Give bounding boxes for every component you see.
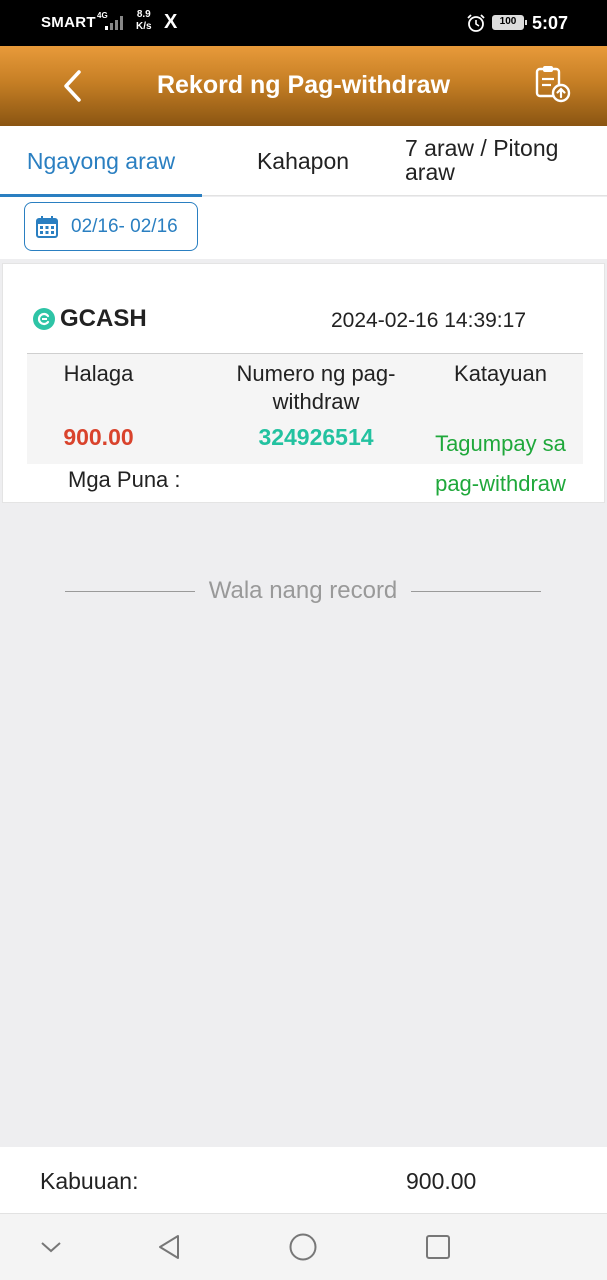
clock: 5:07	[532, 13, 569, 33]
tab-today[interactable]: Ngayong araw	[0, 126, 202, 197]
amount-column-label: Halaga	[63, 361, 134, 386]
network-speed: 8.9 K/s	[136, 9, 152, 33]
x-app-icon: X	[164, 11, 178, 33]
no-more-records: Wala nang record	[65, 576, 542, 606]
calendar-icon	[36, 215, 58, 238]
alarm-icon	[466, 13, 486, 38]
status-column-label: Katayuan	[454, 361, 547, 386]
divider-line	[411, 590, 542, 592]
payment-method-name: GCASH	[60, 305, 147, 332]
filter-bar: 02/16- 02/16	[0, 197, 607, 259]
system-nav-bar	[0, 1213, 607, 1280]
speed-unit: K/s	[136, 21, 152, 32]
divider-line	[65, 590, 195, 592]
app-header: Rekord ng Pag-withdraw	[0, 46, 607, 126]
signal-icon	[103, 14, 127, 35]
clipboard-upload-icon	[535, 66, 571, 103]
export-button[interactable]	[530, 62, 574, 106]
tab-yesterday[interactable]: Kahapon	[202, 126, 404, 196]
nav-recents-button[interactable]	[421, 1230, 455, 1264]
status-bar: SMART 4G 8.9 K/s X 100 5:07	[0, 0, 607, 46]
tab-7-days[interactable]: 7 araw / Pitong araw	[405, 126, 605, 196]
withdraw-amount: 900.00	[63, 424, 134, 450]
nav-hide-button[interactable]	[34, 1230, 68, 1264]
date-range-text: 02/16- 02/16	[71, 215, 178, 237]
withdraw-status: Tagumpay sa pag-withdraw	[435, 431, 566, 496]
date-range-picker[interactable]: 02/16- 02/16	[24, 202, 198, 251]
triangle-back-icon	[159, 1235, 179, 1259]
chevron-down-icon	[41, 1242, 61, 1253]
page-title: Rekord ng Pag-withdraw	[156, 71, 451, 99]
withdraw-number-column-label: Numero ng pag-withdraw	[236, 361, 396, 414]
withdraw-number: 324926514	[258, 424, 374, 450]
total-value: 900.00	[406, 1168, 477, 1194]
battery-indicator: 100	[492, 15, 527, 30]
withdraw-record-card[interactable]: GCASH 2024-02-16 14:39:17 Halaga Numero …	[2, 263, 605, 503]
period-tabs: Ngayong araw Kahapon 7 araw / Pitong ara…	[0, 126, 607, 197]
circle-home-icon	[289, 1233, 317, 1261]
carrier-name: SMART	[41, 14, 96, 31]
record-timestamp: 2024-02-16 14:39:17	[331, 309, 526, 332]
gcash-logo-icon	[33, 308, 55, 330]
nav-back-button[interactable]	[152, 1230, 186, 1264]
remarks-label: Mga Puna :	[68, 467, 181, 492]
no-more-records-text: Wala nang record	[208, 577, 398, 604]
speed-value: 8.9	[136, 9, 151, 20]
total-bar: Kabuuan: 900.00	[0, 1147, 607, 1213]
square-recents-icon	[426, 1235, 450, 1259]
payment-method: GCASH	[33, 305, 147, 333]
total-label: Kabuuan:	[40, 1168, 139, 1194]
nav-home-button[interactable]	[286, 1230, 320, 1264]
